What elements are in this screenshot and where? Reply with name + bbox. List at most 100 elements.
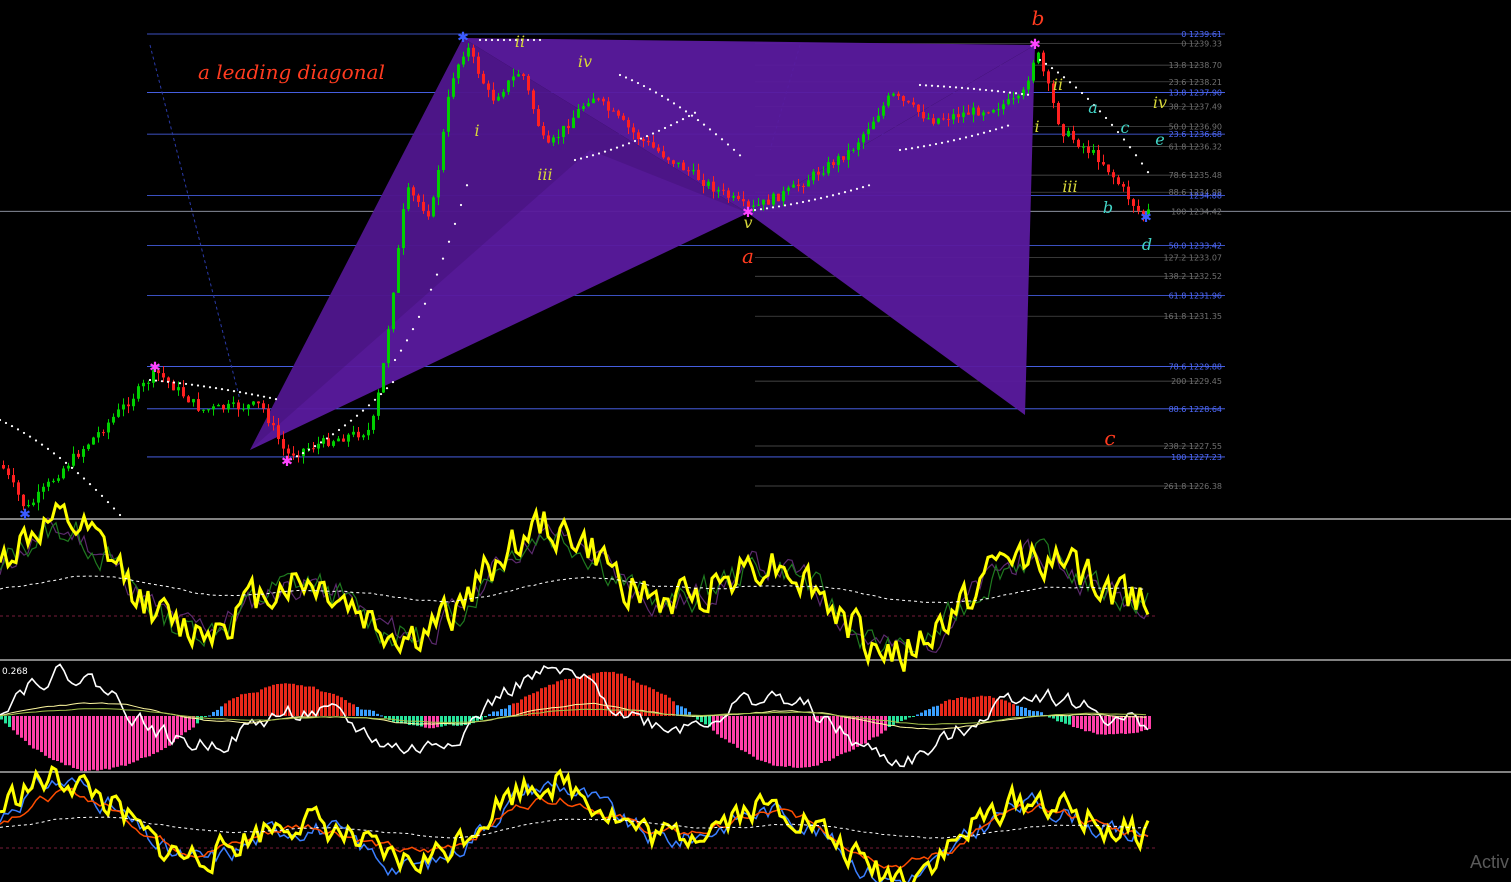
candle-body [652,142,655,148]
price-panel: 0 1239.610 1239.33 13.8 1238.70 23.6 1238.… [0,6,1511,773]
sar-dot [184,382,188,386]
osc2-histogram-bar [976,696,979,716]
osc2-histogram-bar [936,705,939,716]
osc2-histogram-bar [364,709,367,716]
osc2-histogram-bar [736,716,739,748]
osc2-histogram-bar [828,716,831,761]
osc2-histogram-bar [676,705,679,716]
osc2-histogram-bar [876,716,879,737]
candle-body [987,112,990,114]
candle-body [932,118,935,124]
sar-dot [232,389,236,393]
osc2-histogram-bar [900,716,903,722]
sar-dot [399,349,403,352]
chart-canvas: 0 1239.610 1239.33 13.8 1238.70 23.6 1238.… [0,6,1511,882]
candle-body [642,139,645,141]
candle-body [552,137,555,143]
candle-body [392,292,395,330]
candle-body [322,438,325,444]
sar-dot [429,288,433,291]
fib-label-8: 61.8 1236.32 [1169,142,1222,151]
sar-dot [837,192,841,195]
osc2-histogram-bar [1000,699,1003,716]
candle-body [662,151,665,158]
sar-dot [190,383,194,386]
osc2-histogram-bar [912,716,915,717]
osc2-histogram-bar [356,706,359,716]
candle-body [17,482,20,495]
osc2-histogram-bar [1028,710,1031,716]
candle-body [527,76,530,91]
sar-dot [849,189,853,192]
fractal-marker-0: ✱ [149,360,161,376]
candle-body [502,91,505,97]
candle-body [1072,130,1075,140]
candle-body [687,170,690,172]
sar-dot [148,378,152,382]
fib-label-16: 61.8 1231.96 [1169,291,1222,300]
osc2-histogram-bar [940,703,943,716]
candle-body [117,409,120,417]
sar-dot [687,114,691,118]
osc2-histogram-bar [580,676,583,716]
sar-dot [867,184,871,187]
sar-dot [1122,138,1126,141]
candle-body [1077,139,1080,147]
sar-dot [855,187,859,190]
sar-dot [696,118,700,122]
osc2-histogram-bar [24,716,27,741]
sar-dot [630,79,634,82]
sar-dot [379,392,383,396]
osc2-histogram-bar [96,716,99,771]
osc2-histogram-bar [1012,704,1015,716]
candle-body [257,401,260,404]
osc2-histogram-bar [20,716,23,738]
candle-body [992,109,995,113]
sar-dot [343,424,347,427]
osc2-histogram-bar [1008,702,1011,716]
candle-body [212,406,215,410]
osc2-histogram-bar [180,716,183,736]
candle-body [412,187,415,196]
osc2-histogram-bar [776,716,779,767]
osc2-histogram-bar [1076,716,1079,728]
candle-body [967,112,970,115]
candle-body [112,416,115,423]
sar-dot [453,222,457,225]
candle-body [872,121,875,130]
sar-dot [70,466,74,469]
candle-body [667,157,670,161]
osc2-histogram-bar [92,716,95,770]
osc2-histogram-bar [144,716,147,758]
osc2-histogram-bar [116,716,119,767]
wave-label-iii: iii [1062,177,1077,196]
candle-body [27,505,30,507]
sar-dot [465,184,469,187]
osc2-histogram-bar [104,716,107,769]
sar-dot [484,38,488,42]
candle-body [332,441,335,446]
osc2-histogram-bar [680,706,683,716]
osc2-histogram-bar [984,696,987,716]
candle-body [82,449,85,457]
sar-dot [106,500,110,504]
sar-dot [196,384,200,387]
osc2-histogram-bar [536,691,539,716]
sar-dot [789,203,793,206]
candle-body [722,189,725,191]
candle-body [1092,149,1095,153]
sar-dot [738,154,742,157]
sar-dot [112,507,116,510]
sar-dot [331,433,335,436]
osc2-histogram-bar [848,716,851,752]
candle-body [1132,199,1135,206]
osc2-histogram-bar [272,684,275,716]
wave-label-b: b [1032,6,1045,30]
sar-dot [801,200,805,204]
sar-dot [934,142,938,146]
osc2-histogram-bar [756,716,759,760]
fib-label-15: 138.2 1232.52 [1163,272,1222,281]
osc2-histogram-bar [972,697,975,716]
sar-dot [1080,91,1084,95]
osc2-histogram-bar [668,697,671,716]
